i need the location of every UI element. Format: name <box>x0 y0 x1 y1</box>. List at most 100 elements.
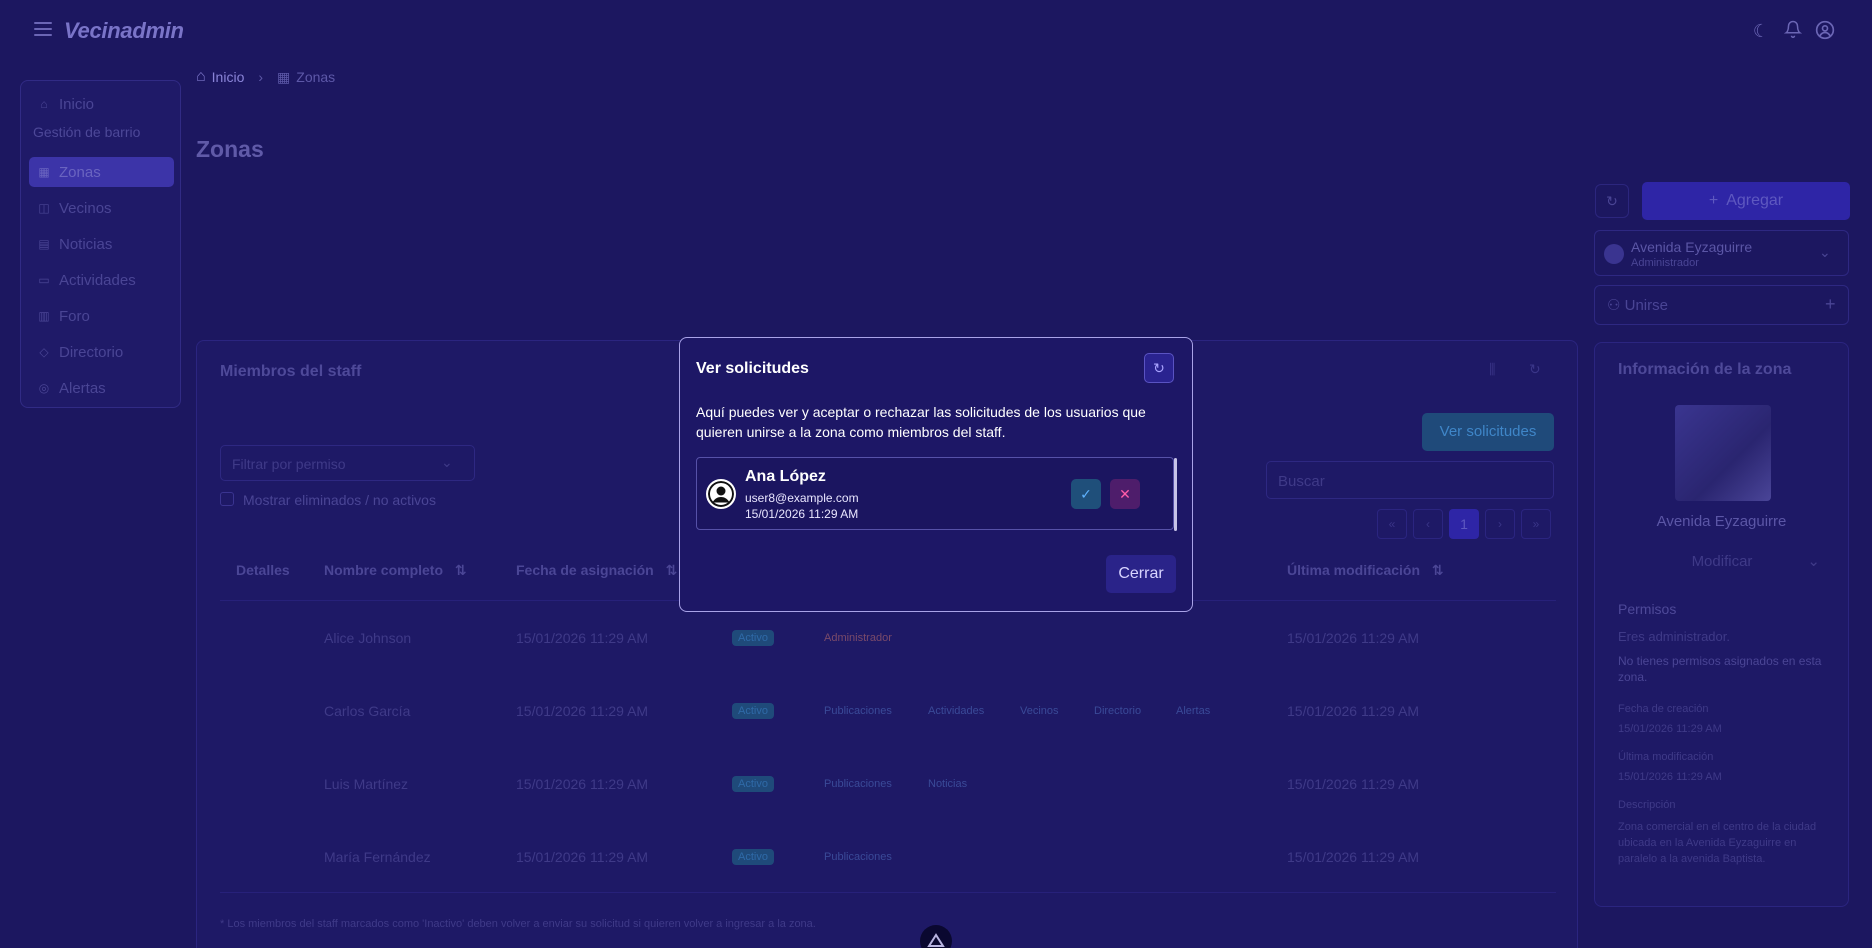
accept-request-button[interactable]: ✓ <box>1071 479 1101 509</box>
building-icon: ▦ <box>38 165 50 179</box>
chevron-down-icon: ⌄ <box>1819 244 1831 260</box>
plus-icon: + <box>1708 192 1719 209</box>
show-deleted-checkbox[interactable] <box>220 492 234 506</box>
user-avatar-icon <box>706 479 736 509</box>
top-bar: Vecinadmin ☾ <box>0 0 1872 64</box>
sort-icon: ⇅ <box>665 562 678 578</box>
refresh-icon[interactable]: ↻ <box>1529 361 1541 378</box>
breadcrumb-home[interactable]: Inicio <box>212 69 245 85</box>
created-value: 15/01/2026 11:29 AM <box>1618 723 1722 735</box>
sidebar-item-actividades[interactable]: ▭ Actividades <box>29 265 174 295</box>
admin-note: Eres administrador. <box>1618 629 1730 644</box>
modified-value: 15/01/2026 11:29 AM <box>1618 771 1722 783</box>
zone-info-panel: Información de la zona Avenida Eyzaguirr… <box>1594 342 1849 907</box>
alert-icon: ◎ <box>38 381 50 395</box>
devtools-icon <box>927 933 945 947</box>
next-page-button[interactable]: › <box>1485 509 1515 539</box>
first-page-button[interactable]: « <box>1377 509 1407 539</box>
search-input[interactable]: Buscar <box>1266 461 1554 499</box>
sidebar-item-directorio[interactable]: ◇ Directorio <box>29 337 174 367</box>
table-cell-name: María Fernández <box>324 849 431 865</box>
status-badge: Activo <box>732 776 774 792</box>
page-button[interactable]: 1 <box>1449 509 1479 539</box>
status-badge: Activo <box>732 630 774 646</box>
devtools-badge[interactable] <box>920 925 952 948</box>
permission-filter[interactable]: Filtrar por permiso ⌄ <box>220 445 475 481</box>
zone-image <box>1675 405 1771 501</box>
avatar <box>1604 244 1624 264</box>
permission-badge: Actividades <box>928 705 985 717</box>
sidebar-section-title: Gestión de barrio <box>33 124 141 140</box>
column-header-details: Detalles <box>236 562 290 578</box>
created-label: Fecha de creación <box>1618 703 1709 715</box>
staff-footnote: * Los miembros del staff marcados como '… <box>220 918 816 930</box>
breadcrumb-separator: › <box>258 69 264 85</box>
join-zone-button[interactable]: ⚇ Unirse + <box>1594 285 1849 325</box>
modify-button[interactable]: Modificar ⌄ <box>1618 545 1826 579</box>
modified-label: Última modificación <box>1618 751 1714 763</box>
sidebar-item-zonas[interactable]: ▦ Zonas <box>29 157 174 187</box>
description-label: Descripción <box>1618 799 1676 811</box>
close-icon: ✕ <box>1119 486 1131 502</box>
request-card: Ana López user8@example.com 15/01/2026 1… <box>696 457 1177 531</box>
user-circle-icon[interactable] <box>1814 20 1836 42</box>
reject-request-button[interactable]: ✕ <box>1110 479 1140 509</box>
request-name: Ana López <box>745 468 826 485</box>
view-requests-button[interactable]: Ver solicitudes <box>1422 413 1554 451</box>
refresh-icon: ↻ <box>1606 193 1618 209</box>
sidebar-item-vecinos[interactable]: ◫ Vecinos <box>29 193 174 223</box>
table-cell-name: Carlos García <box>324 703 411 719</box>
column-header-assigned[interactable]: Fecha de asignación ⇅ <box>516 562 677 579</box>
plus-icon: + <box>1825 294 1836 314</box>
permission-badge: Publicaciones <box>824 778 892 790</box>
refresh-button[interactable]: ↻ <box>1144 353 1174 383</box>
permission-badge: Directorio <box>1094 705 1142 717</box>
prev-page-button[interactable]: ‹ <box>1413 509 1443 539</box>
table-cell-assigned: 15/01/2026 11:29 AM <box>516 776 649 792</box>
chevron-down-icon: ⌄ <box>441 454 453 470</box>
sidebar-item-home[interactable]: ⌂ Inicio <box>29 89 174 119</box>
brand-logo[interactable]: Vecinadmin <box>64 18 184 44</box>
table-cell-modified: 15/01/2026 11:29 AM <box>1287 776 1420 792</box>
sort-icon: ⇅ <box>1431 562 1444 578</box>
sidebar-item-foro[interactable]: ▥ Foro <box>29 301 174 331</box>
column-header-name[interactable]: Nombre completo ⇅ <box>324 562 467 579</box>
column-header-modified[interactable]: Última modificación ⇅ <box>1287 562 1444 579</box>
request-date: 15/01/2026 11:29 AM <box>745 507 859 521</box>
breadcrumb-current: Zonas <box>296 69 336 85</box>
forum-icon: ▥ <box>38 309 50 323</box>
requests-modal: Ver solicitudes ↻ Aquí puedes ver y acep… <box>679 337 1193 612</box>
staff-title: Miembros del staff <box>220 363 362 380</box>
user-select[interactable]: Avenida Eyzaguirre Administrador ⌄ <box>1594 230 1849 276</box>
permission-badge: Publicaciones <box>824 705 892 717</box>
table-cell-modified: 15/01/2026 11:29 AM <box>1287 703 1420 719</box>
table-cell-name: Luis Martínez <box>324 776 409 792</box>
users-icon: ◫ <box>38 201 50 215</box>
last-page-button[interactable]: » <box>1521 509 1551 539</box>
permission-badge: Publicaciones <box>824 851 892 863</box>
sidebar-item-noticias[interactable]: ▤ Noticias <box>29 229 174 259</box>
modal-title: Ver solicitudes <box>696 360 809 377</box>
table-cell-modified: 15/01/2026 11:29 AM <box>1287 849 1420 865</box>
add-button[interactable]: + Agregar <box>1642 182 1850 220</box>
table-cell-name: Alice Johnson <box>324 630 412 646</box>
user-role: Administrador <box>1631 257 1699 269</box>
user-name: Avenida Eyzaguirre <box>1631 239 1753 255</box>
dark-mode-icon[interactable]: ☾ <box>1750 20 1772 42</box>
user-plus-icon: ⚇ <box>1607 297 1625 314</box>
permission-badge: Vecinos <box>1020 705 1059 717</box>
close-button[interactable]: Cerrar <box>1106 555 1176 593</box>
sidebar-item-alertas[interactable]: ◎ Alertas <box>29 373 174 403</box>
columns-icon[interactable]: ⫼ <box>1489 361 1495 378</box>
zone-name: Avenida Eyzaguirre <box>1656 513 1787 530</box>
permissions-title: Permisos <box>1618 601 1677 617</box>
divider <box>220 892 1556 893</box>
activity-icon: ▭ <box>38 273 50 287</box>
table-cell-assigned: 15/01/2026 11:29 AM <box>516 703 649 719</box>
menu-icon[interactable] <box>34 22 52 36</box>
news-icon: ▤ <box>38 237 50 251</box>
bell-icon[interactable] <box>1782 20 1804 42</box>
refresh-button[interactable]: ↻ <box>1595 184 1629 218</box>
show-deleted-label: Mostrar eliminados / no activos <box>243 492 436 508</box>
refresh-icon: ↻ <box>1153 360 1165 376</box>
